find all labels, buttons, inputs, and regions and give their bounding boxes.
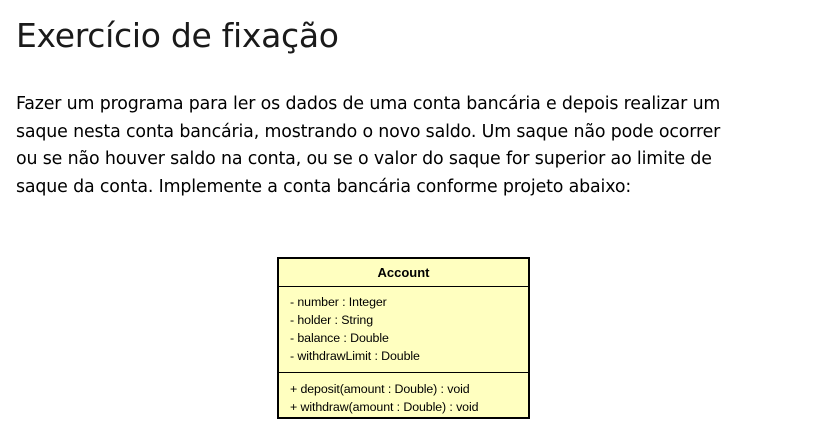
uml-attribute: - holder : String <box>290 313 374 327</box>
uml-attribute: - number : Integer <box>290 295 387 309</box>
description-line: saque da conta. Implemente a conta bancá… <box>16 176 632 197</box>
description-line: Fazer um programa para ler os dados de u… <box>16 94 721 114</box>
uml-attribute: - balance : Double <box>290 331 389 345</box>
description-line: saque nesta conta bancária, mostrando o … <box>16 121 721 142</box>
uml-attribute: - withdrawLimit : Double <box>290 349 420 363</box>
uml-attributes-section: - number : Integer - holder : String - b… <box>279 287 528 373</box>
description-line: ou se não houver saldo na conta, ou se o… <box>16 149 712 169</box>
uml-class-diagram: Account - number : Integer - holder : St… <box>277 257 530 419</box>
slide-title: Exercício de fixação <box>16 16 339 55</box>
uml-operation: + withdraw(amount : Double) : void <box>290 400 479 414</box>
uml-operations-section: + deposit(amount : Double) : void + with… <box>279 373 528 416</box>
exercise-description: Fazer um programa para ler os dados de u… <box>16 91 806 201</box>
uml-class-name: Account <box>279 259 528 287</box>
uml-operation: + deposit(amount : Double) : void <box>290 382 470 396</box>
